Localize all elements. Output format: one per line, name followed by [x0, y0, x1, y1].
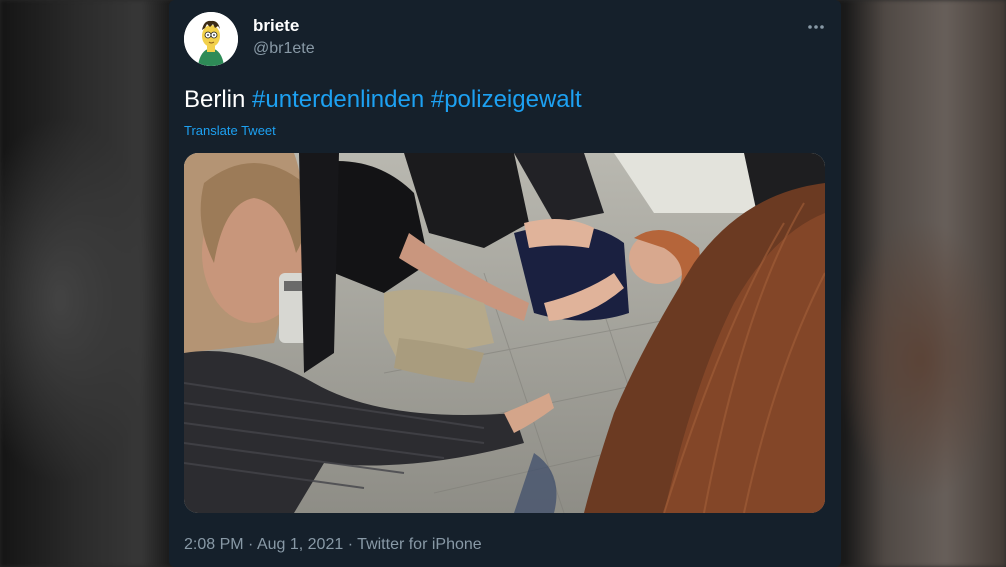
tweet-timestamp: 2:08 PM · Aug 1, 2021 · Twitter for iPho…: [184, 536, 482, 554]
hashtag-link[interactable]: #polizeigewalt: [431, 86, 582, 113]
tweet-text-plain: Berlin: [184, 86, 246, 113]
tweet-media-video[interactable]: [184, 153, 825, 513]
avatar[interactable]: [184, 12, 238, 66]
tweet-card: briete @br1ete Berlin #unterdenlinden #p…: [169, 0, 841, 567]
more-dots-icon: [808, 25, 824, 29]
video-frame-image: [184, 153, 825, 513]
separator-dot: ·: [347, 536, 354, 553]
tweet-time-link[interactable]: 2:08 PM: [184, 536, 244, 553]
display-name[interactable]: briete: [253, 16, 299, 36]
separator-dot: ·: [248, 536, 254, 553]
translate-tweet-link[interactable]: Translate Tweet: [184, 123, 276, 138]
hashtag-link[interactable]: #unterdenlinden: [252, 86, 424, 113]
tweet-text: Berlin #unterdenlinden #polizeigewalt: [184, 86, 582, 114]
tweet-source-link[interactable]: Twitter for iPhone: [357, 536, 482, 553]
tweet-date-link[interactable]: Aug 1, 2021: [257, 536, 343, 553]
more-options-button[interactable]: [807, 14, 825, 35]
avatar-cartoon-icon: [184, 12, 238, 66]
user-handle[interactable]: @br1ete: [253, 40, 315, 58]
